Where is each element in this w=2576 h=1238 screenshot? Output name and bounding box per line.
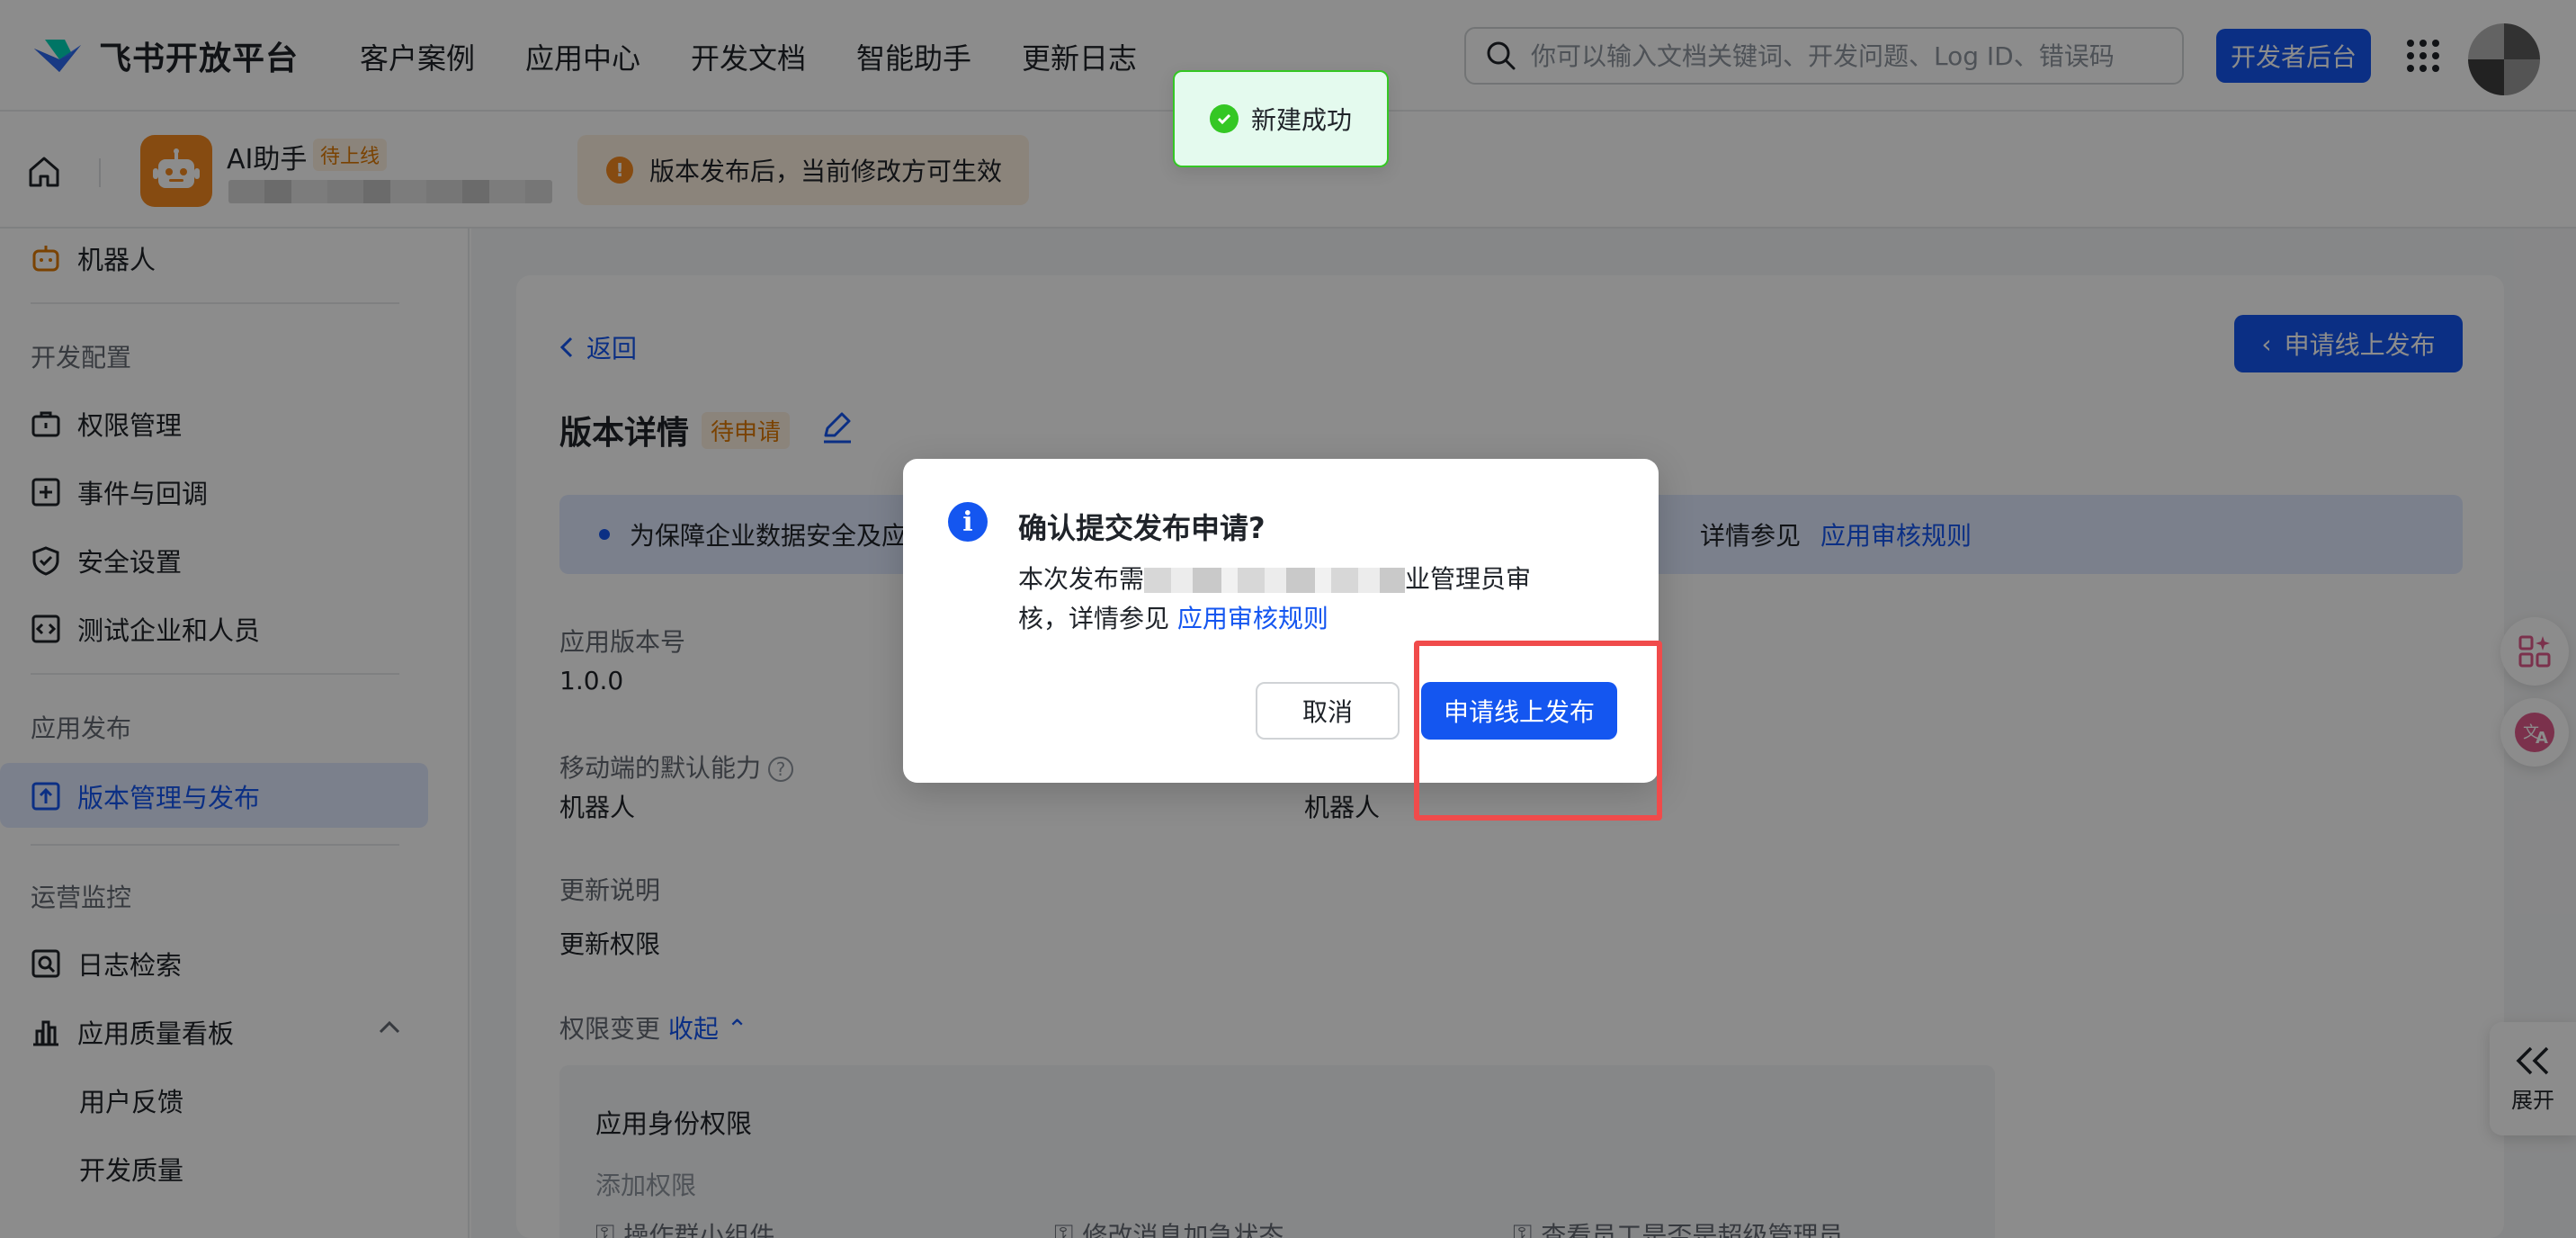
success-toast: 新建成功 bbox=[1173, 70, 1389, 167]
cancel-button[interactable]: 取消 bbox=[1256, 682, 1400, 740]
info-icon: i bbox=[948, 502, 988, 542]
dialog-body-start: 本次发布需 bbox=[1018, 564, 1145, 594]
dialog-title: 确认提交发布申请? bbox=[1018, 511, 1266, 545]
toast-text: 新建成功 bbox=[1250, 105, 1352, 135]
redacted-text bbox=[1144, 568, 1406, 593]
annotation-highlight-box bbox=[1414, 641, 1662, 821]
dialog-body-end: 业管理员审 bbox=[1405, 564, 1532, 594]
check-circle-icon bbox=[1209, 104, 1239, 133]
review-rules-link[interactable]: 应用审核规则 bbox=[1177, 604, 1328, 633]
dialog-body: 本次发布需 业管理员审 核，详情参见 应用审核规则 bbox=[1018, 560, 1594, 639]
dialog-body-line2: 核，详情参见 bbox=[1018, 604, 1170, 633]
